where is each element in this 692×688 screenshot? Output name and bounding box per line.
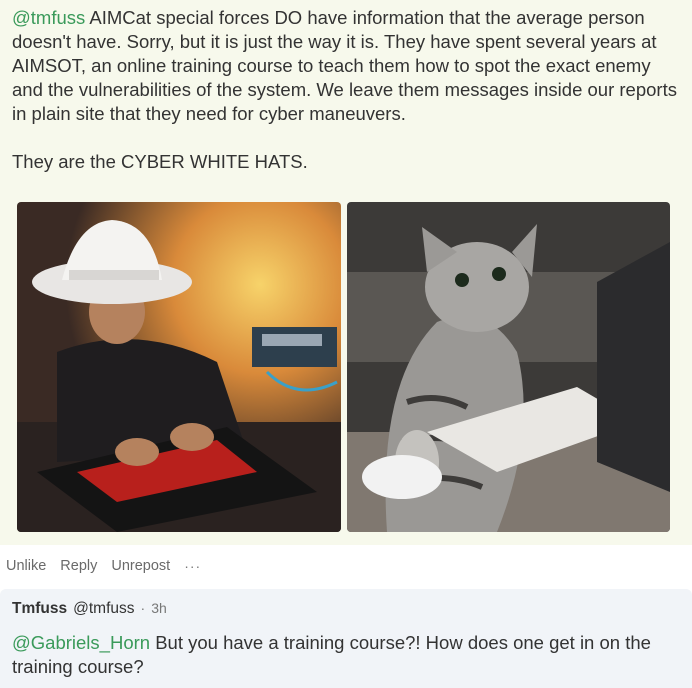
- post-actions-bar: Unlike Reply Unrepost ···: [0, 553, 692, 579]
- post-closing-line: They are the CYBER WHITE HATS.: [12, 151, 308, 172]
- post-card: @tmfuss AIMCat special forces DO have in…: [0, 0, 692, 545]
- photo-hacker-white-fedora-icon: [17, 202, 341, 532]
- reply-mention-link[interactable]: @Gabriels_Horn: [12, 632, 150, 653]
- reply-author-name[interactable]: Tmfuss: [12, 600, 67, 618]
- post-image-cat[interactable]: [347, 202, 670, 532]
- more-options-icon[interactable]: ···: [184, 558, 201, 574]
- reply-header: Tmfuss @tmfuss · 3h: [12, 600, 167, 618]
- post-image-hacker[interactable]: [17, 202, 341, 532]
- reply-author-handle[interactable]: @tmfuss: [73, 600, 134, 618]
- unlike-button[interactable]: Unlike: [6, 558, 46, 574]
- post-text: @tmfuss AIMCat special forces DO have in…: [12, 6, 682, 174]
- reply-button[interactable]: Reply: [60, 558, 97, 574]
- post-body: AIMCat special forces DO have informatio…: [12, 7, 677, 124]
- post-mention-link[interactable]: @tmfuss: [12, 7, 85, 28]
- reply-card: Tmfuss @tmfuss · 3h @Gabriels_Horn But y…: [0, 589, 692, 688]
- unrepost-button[interactable]: Unrepost: [111, 558, 170, 574]
- reply-separator: ·: [140, 600, 146, 616]
- photo-tabby-cat-keyboard-icon: [347, 202, 670, 532]
- reply-text: @Gabriels_Horn But you have a training c…: [12, 631, 672, 679]
- reply-timestamp[interactable]: 3h: [151, 600, 167, 616]
- post-paragraph: @tmfuss AIMCat special forces DO have in…: [12, 6, 682, 126]
